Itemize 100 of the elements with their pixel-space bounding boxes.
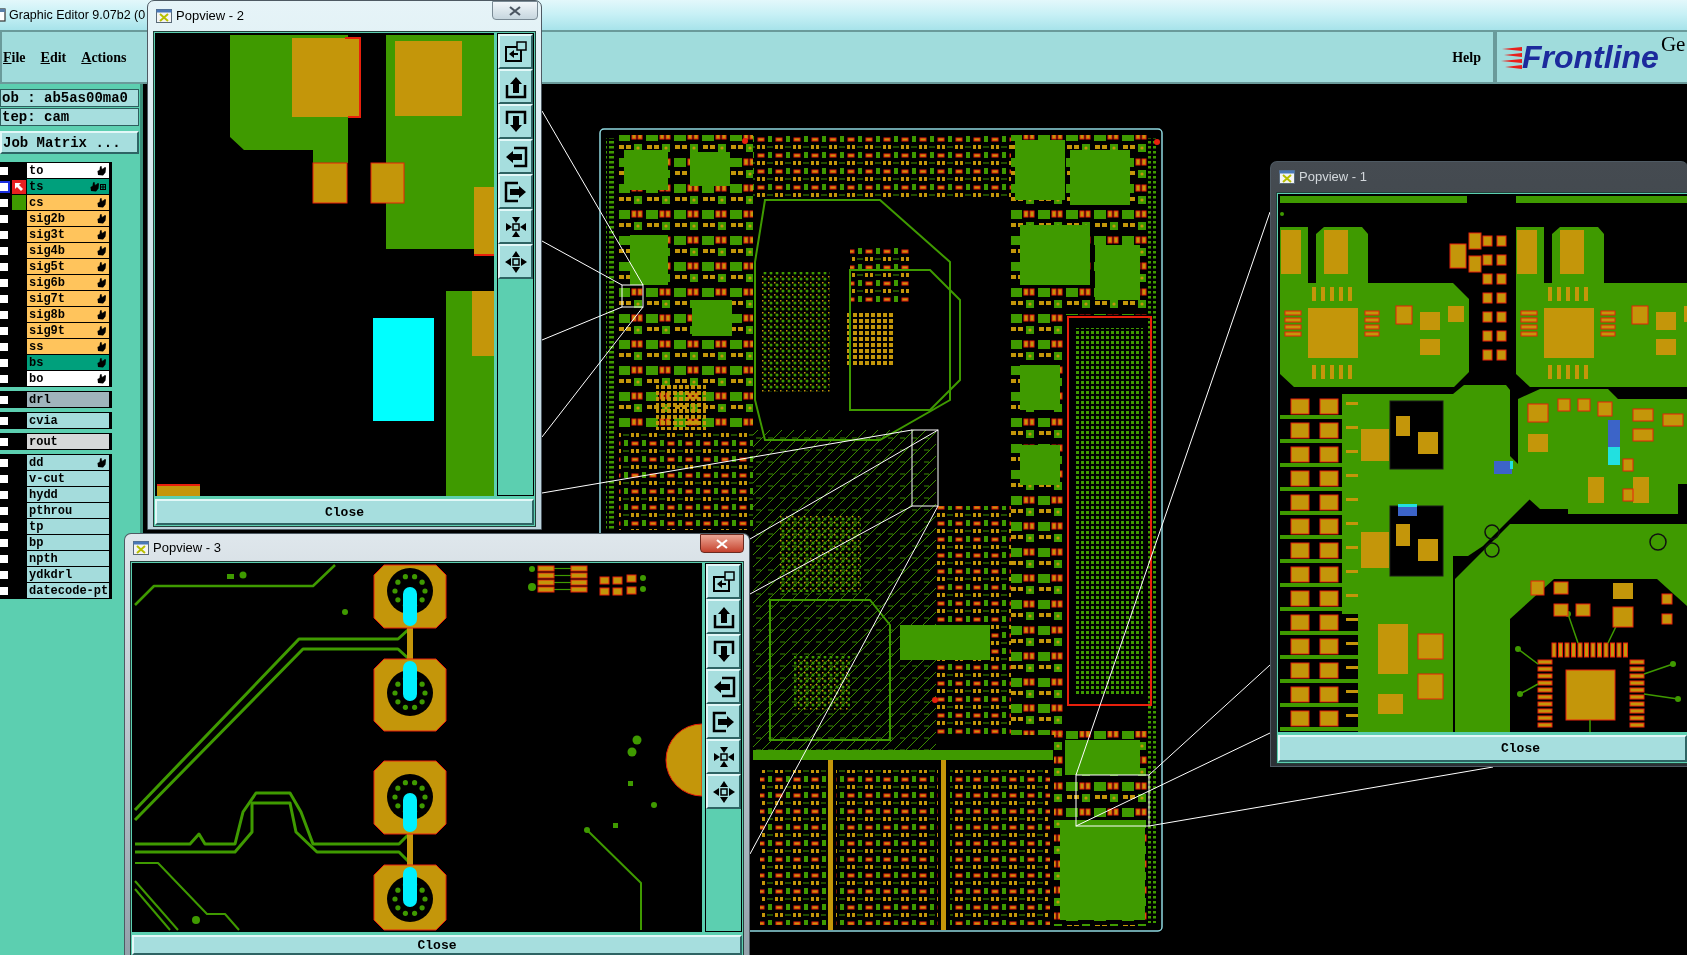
toolbar-button[interactable] [498,174,533,209]
toolbar-button[interactable] [498,104,533,139]
close-button[interactable]: Close [132,935,742,955]
layer-checkbox[interactable] [0,435,10,448]
layer-checkbox[interactable] [0,244,10,257]
product-name: Ge [1660,34,1686,55]
layer-checkbox[interactable] [0,552,10,565]
layer-row[interactable]: cs [27,195,109,210]
marker-icon [932,697,938,703]
layer-checkbox[interactable] [0,372,10,385]
layer-row[interactable]: ss [27,339,109,354]
layer-checkbox[interactable] [0,260,10,273]
menu-item[interactable]: File [3,46,26,68]
close-button[interactable]: Close [1278,735,1687,762]
layer-row[interactable]: ydkdrl [27,567,109,582]
window-title: Popview - 2 [176,7,244,26]
arrows-outward-icon [711,779,736,804]
toolbar-button[interactable] [498,34,533,69]
layer-row[interactable]: npth [27,551,109,566]
layer-checkbox[interactable] [0,584,10,597]
layer-checkbox[interactable] [0,180,10,193]
marker-icon [742,138,748,144]
layer-row[interactable]: sig2b [27,211,109,226]
layer-row[interactable]: pthrou [27,503,109,518]
toolbar-button[interactable] [706,599,741,634]
layer-checkbox[interactable] [0,414,10,427]
layer-row[interactable]: v-cut [27,471,109,486]
toolbar-button[interactable] [706,704,741,739]
toolbar-button[interactable] [706,564,741,599]
toolbar-button[interactable] [498,69,533,104]
layer-row[interactable]: sig7t [27,291,109,306]
layer-checkbox[interactable] [0,164,10,177]
layer-row[interactable]: sig6b [27,275,109,290]
layer-checkbox[interactable] [0,228,10,241]
layer-checkbox[interactable] [0,324,10,337]
layer-checkbox[interactable] [0,536,10,549]
layer-checkbox[interactable] [0,568,10,581]
window-title: Popview - 1 [1299,168,1367,187]
layer-name: bo [29,372,44,385]
layer-checkbox[interactable] [0,520,10,533]
window-icon [156,9,172,23]
toolbar-button[interactable] [498,244,533,279]
menu-item[interactable]: Actions [81,46,127,68]
layer-row[interactable]: dd [27,455,109,470]
layer-checkbox[interactable] [0,340,10,353]
close-button[interactable]: Close [155,499,534,525]
menu-item[interactable]: Edit [40,46,67,68]
toolbar-button[interactable] [706,774,741,809]
layer-row[interactable]: drl [27,392,109,407]
layer-name: ydkdrl [29,568,73,581]
layer-row[interactable]: sig4b [27,243,109,258]
layer-row[interactable]: bo [27,371,109,386]
layer-row[interactable]: tp [27,519,109,534]
layer-checkbox[interactable] [0,504,10,517]
layer-row[interactable]: sig9t [27,323,109,338]
window-arrow-icon [711,569,736,594]
close-window-button[interactable] [700,534,744,553]
toolbar-button[interactable] [706,739,741,774]
layer-row[interactable]: cvia [27,413,109,428]
layer-row[interactable]: sig3t [27,227,109,242]
layer-name: sig9t [29,324,65,337]
layer-name: ss [29,340,44,353]
layer-checkbox[interactable] [0,196,10,209]
logo-text: Frontline [1522,41,1659,73]
layer-name: hydd [29,488,58,501]
toolbar-button[interactable] [706,669,741,704]
close-window-button[interactable] [492,1,538,20]
layer-name: sig3t [29,228,65,241]
layer-checkbox[interactable] [0,393,10,406]
layer-row[interactable]: datecode-pt [27,583,109,598]
layer-checkbox[interactable] [0,356,10,369]
layer-checkbox[interactable] [0,456,10,469]
layer-name: rout [29,435,58,448]
layer-row[interactable]: sig8b [27,307,109,322]
window-title: Popview - 3 [153,538,221,557]
layer-checkbox[interactable] [0,276,10,289]
layer-row[interactable]: sig5t [27,259,109,274]
window-icon [133,540,149,555]
box-arrow-right-icon [711,709,736,734]
layer-row[interactable]: ts [27,179,109,194]
layer-checkbox[interactable] [0,292,10,305]
layer-row[interactable]: rout [27,434,109,449]
toolbar-button[interactable] [498,209,533,244]
layer-row[interactable]: to [27,163,109,178]
bga-grid [794,656,850,710]
layer-checkbox[interactable] [0,308,10,321]
layer-row[interactable]: hydd [27,487,109,502]
window-arrow-icon [503,39,528,64]
job-matrix-button[interactable]: Job Matrix ... [0,131,139,154]
toolbar-button[interactable] [498,139,533,174]
toolbar-button[interactable] [706,634,741,669]
layer-name: pthrou [29,504,73,517]
bga-grid [656,385,706,430]
layer-name: sig4b [29,244,65,257]
layer-checkbox[interactable] [0,472,10,485]
layer-row[interactable]: bp [27,535,109,550]
layer-row[interactable]: bs [27,355,109,370]
help-menu[interactable]: Help [1452,46,1481,68]
layer-checkbox[interactable] [0,212,10,225]
layer-checkbox[interactable] [0,488,10,501]
